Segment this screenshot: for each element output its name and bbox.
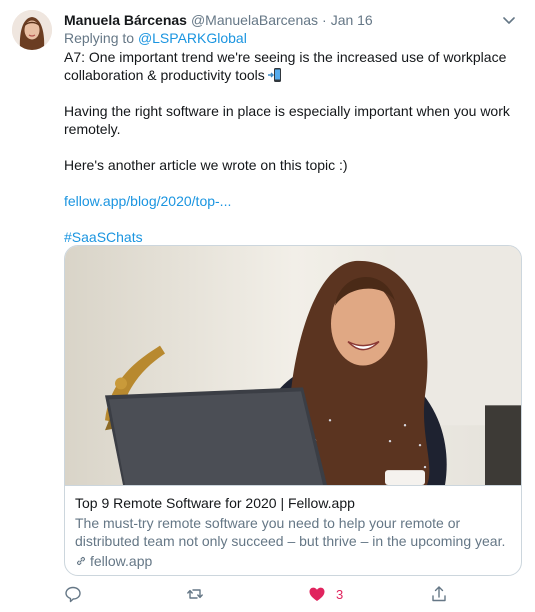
tweet-text-line-2: Having the right software in place is es… [64,103,510,137]
author-handle[interactable]: @ManuelaBarcenas [191,12,318,28]
card-domain: fellow.app [75,552,511,570]
card-description: The must-try remote software you need to… [75,515,506,549]
separator-dot: · [322,12,327,28]
tweet-timestamp[interactable]: Jan 16 [331,12,373,28]
link-preview-card[interactable]: Top 9 Remote Software for 2020 | Fellow.… [64,245,522,576]
retweet-icon [187,589,203,599]
replying-to: Replying to @LSPARKGlobal [64,30,247,46]
hashtag-link[interactable]: #SaaSChats [64,229,143,245]
tweet: Manuela Bárcenas @ManuelaBarcenas · Jan … [0,0,535,612]
mobile-phone-arrow-icon [267,68,281,82]
card-meta: Top 9 Remote Software for 2020 | Fellow.… [75,494,511,570]
like-count: 3 [336,586,344,602]
article-link[interactable]: fellow.app/blog/2020/top-... [64,193,231,209]
retweet-button[interactable] [186,584,204,604]
heart-icon [309,587,325,601]
tweet-actions: 3 [64,584,464,604]
replying-to-handle[interactable]: @LSPARKGlobal [138,30,247,46]
tweet-text-line-1: A7: One important trend we're seeing is … [64,49,507,83]
chevron-down-icon[interactable] [501,12,517,28]
tweet-header: Manuela Bárcenas @ManuelaBarcenas · Jan … [64,10,521,30]
avatar[interactable] [12,10,52,50]
card-domain-text: fellow.app [90,553,153,569]
card-image [65,246,521,486]
tweet-body: A7: One important trend we're seeing is … [64,48,524,246]
replying-prefix: Replying to [64,30,135,46]
card-title[interactable]: Top 9 Remote Software for 2020 | Fellow.… [75,494,511,512]
share-icon [432,586,446,602]
tweet-text-line-3: Here's another article we wrote on this … [64,157,348,173]
reply-button[interactable] [64,584,82,604]
author-name[interactable]: Manuela Bárcenas [64,12,187,28]
like-button[interactable]: 3 [308,584,343,604]
link-icon [76,556,86,566]
reply-icon [65,586,81,603]
share-button[interactable] [430,584,448,604]
